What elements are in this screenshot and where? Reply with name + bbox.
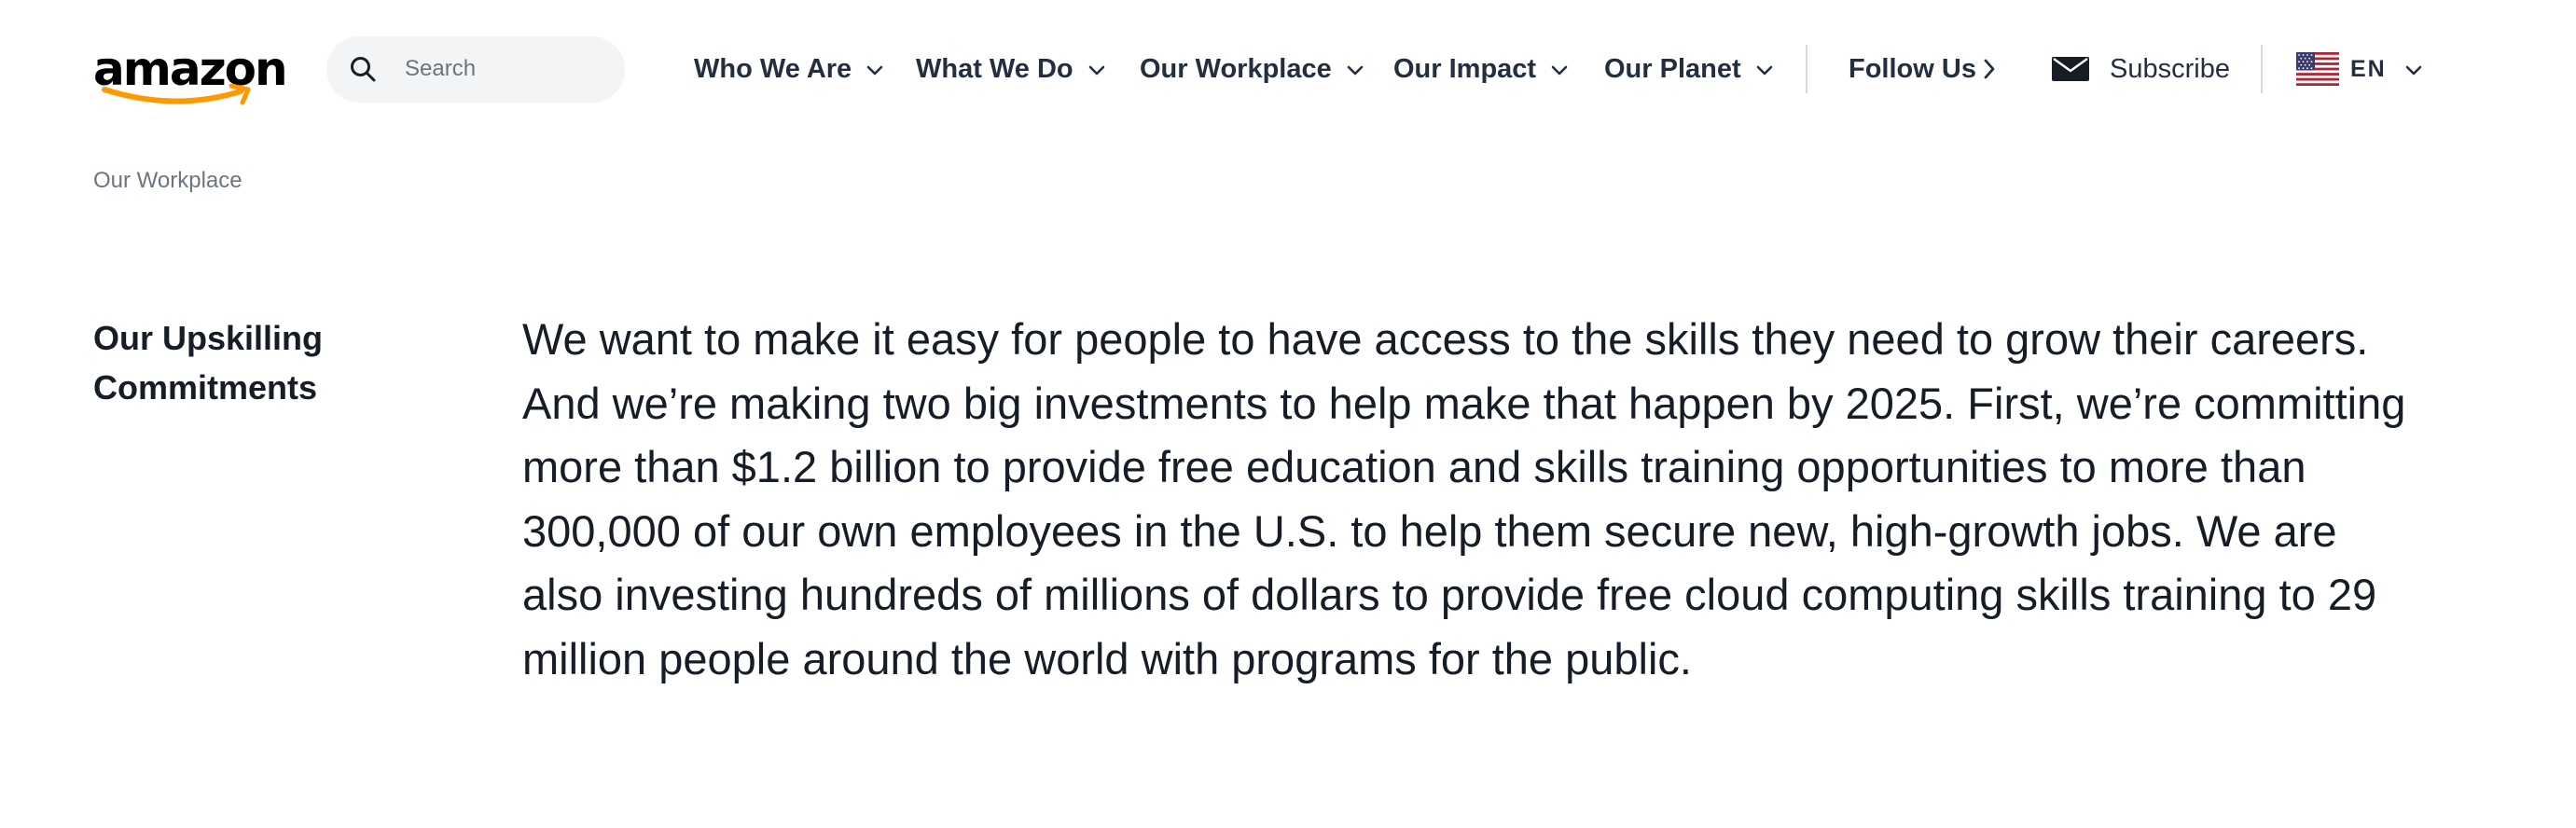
chevron-down-icon xyxy=(1756,65,1772,76)
nav-label: What We Do xyxy=(916,53,1073,84)
search-icon[interactable] xyxy=(349,55,377,83)
chevron-down-icon xyxy=(866,65,883,76)
nav-label: Our Workplace xyxy=(1140,53,1332,84)
nav-label: Who We Are xyxy=(694,53,852,84)
amazon-logo[interactable]: amazon xyxy=(93,41,288,108)
follow-us-button[interactable]: Follow Us xyxy=(1849,45,1995,93)
section-title: Our Upskilling Commitments xyxy=(93,319,324,407)
nav-label: Our Planet xyxy=(1604,53,1741,84)
nav-divider xyxy=(2261,45,2263,93)
section-body-text: We want to make it easy for people to ha… xyxy=(522,314,2406,683)
nav-our-impact[interactable]: Our Impact xyxy=(1393,45,1568,93)
chevron-down-icon xyxy=(1088,65,1104,76)
chevron-down-icon xyxy=(2405,65,2422,76)
nav-divider xyxy=(1806,45,1807,93)
chevron-down-icon xyxy=(1347,65,1364,76)
language-selector[interactable]: EN xyxy=(2296,45,2422,93)
language-label: EN xyxy=(2350,55,2387,82)
subscribe-button[interactable]: Subscribe xyxy=(2052,45,2230,93)
nav-what-we-do[interactable]: What We Do xyxy=(916,45,1105,93)
nav-our-planet[interactable]: Our Planet xyxy=(1604,45,1773,93)
us-flag-icon xyxy=(2296,52,2339,86)
mail-icon xyxy=(2052,57,2089,81)
chevron-right-icon xyxy=(1984,59,1995,79)
subscribe-label: Subscribe xyxy=(2110,53,2230,84)
nav-our-workplace[interactable]: Our Workplace xyxy=(1140,45,1364,93)
nav-who-we-are[interactable]: Who We Are xyxy=(694,45,883,93)
site-header: amazon Who We Are What We Do Our Workpla… xyxy=(0,0,2576,140)
chevron-down-icon xyxy=(1551,65,1568,76)
search-input[interactable] xyxy=(403,46,608,92)
logo-smile-icon xyxy=(102,84,251,105)
follow-us-label: Follow Us xyxy=(1849,53,1976,84)
breadcrumb[interactable]: Our Workplace xyxy=(93,168,242,194)
nav-label: Our Impact xyxy=(1393,53,1537,84)
search-box[interactable] xyxy=(326,36,625,103)
